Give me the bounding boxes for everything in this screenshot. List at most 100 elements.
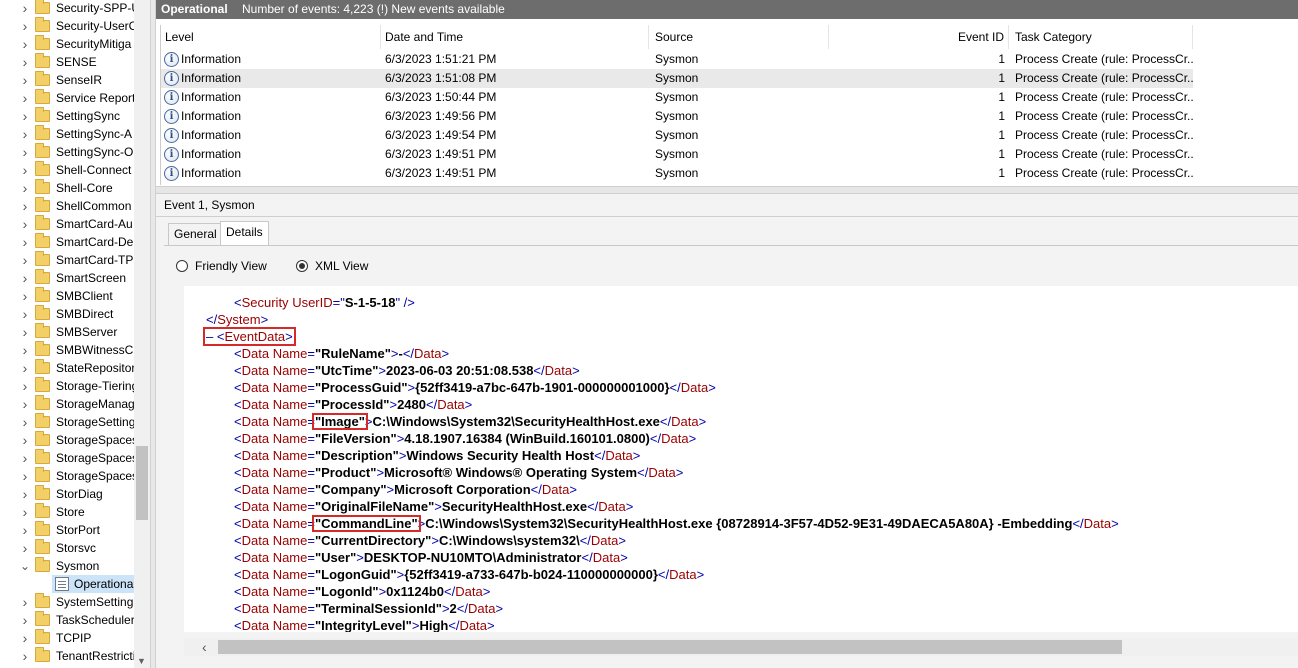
chevron-right-icon[interactable]: › [20,181,30,195]
column-header-event-id[interactable]: Event ID [829,25,1009,49]
tree-item[interactable]: › SmartCard-TPI [0,251,134,269]
chevron-right-icon[interactable]: › [20,271,30,285]
tree-item[interactable]: › StorageSetting [0,413,134,431]
chevron-right-icon[interactable]: › [20,289,30,303]
table-row[interactable]: i Information 6/3/2023 1:49:51 PM Sysmon 1 Pr… [161,164,1193,183]
tree-item[interactable]: › TenantRestricti [0,647,134,665]
tree-item[interactable]: › StorDiag [0,485,134,503]
chevron-right-icon[interactable]: › [20,253,30,267]
chevron-right-icon[interactable]: › [20,415,30,429]
chevron-right-icon[interactable]: › [20,451,30,465]
tab-general[interactable]: General [168,223,223,245]
table-row[interactable]: i Information 6/3/2023 1:49:51 PM Sysmon 1 Pr… [161,145,1193,164]
chevron-right-icon[interactable]: › [20,379,30,393]
chevron-right-icon[interactable]: › [20,217,30,231]
chevron-right-icon[interactable]: › [20,127,30,141]
tree-item-label: SmartCard-Au [56,217,133,231]
table-row[interactable]: i Information 6/3/2023 1:50:44 PM Sysmon 1 Pr… [161,88,1193,107]
tree-item[interactable]: › SMBServer [0,323,134,341]
scroll-down-icon[interactable]: ▼ [137,656,146,666]
tree-item[interactable]: › SenseIR [0,71,134,89]
table-row[interactable]: i Information 6/3/2023 1:51:08 PM Sysmon 1 Pr… [161,69,1193,88]
chevron-right-icon[interactable]: › [20,37,30,51]
chevron-right-icon[interactable]: › [20,343,30,357]
horizontal-scrollbar-thumb[interactable] [218,640,1122,654]
column-header-source[interactable]: Source [655,25,829,49]
chevron-right-icon[interactable]: › [20,307,30,321]
tab-details[interactable]: Details [220,221,269,246]
radio-circle[interactable] [176,260,188,272]
chevron-right-icon[interactable]: › [20,505,30,519]
chevron-right-icon[interactable]: › [20,109,30,123]
tree-item[interactable]: › Service Report [0,89,134,107]
pane-divider[interactable] [156,186,1298,194]
tree-item[interactable]: › SENSE [0,53,134,71]
chevron-right-icon[interactable]: › [20,325,30,339]
chevron-right-icon[interactable]: › [20,1,30,15]
tree-item[interactable]: › SMBClient [0,287,134,305]
chevron-right-icon[interactable]: › [20,91,30,105]
scroll-left-icon[interactable]: ‹ [202,639,207,655]
tree-item[interactable]: › Security-UserC [0,17,134,35]
tree-item[interactable]: › StorPort [0,521,134,539]
tree-scrollbar[interactable]: ▼ [134,0,150,668]
chevron-right-icon[interactable]: › [20,199,30,213]
tree-item[interactable]: › Shell-Connect [0,161,134,179]
chevron-right-icon[interactable]: › [20,595,30,609]
chevron-right-icon[interactable]: › [20,235,30,249]
chevron-right-icon[interactable]: › [20,361,30,375]
tree-item[interactable]: › SettingSync [0,107,134,125]
chevron-right-icon[interactable]: › [20,541,30,555]
chevron-right-icon[interactable]: › [20,649,30,663]
column-header-task-category[interactable]: Task Category [1015,25,1193,49]
tree-item-operational[interactable]: Operational [52,575,134,593]
tree-item[interactable]: › SecurityMitiga [0,35,134,53]
tree-item[interactable]: › Storage-Tiering [0,377,134,395]
tree-item[interactable]: › TaskScheduler [0,611,134,629]
tree-item[interactable]: › SettingSync-O [0,143,134,161]
table-row[interactable]: i Information 6/3/2023 1:51:21 PM Sysmon 1 Pr… [161,50,1193,69]
tree-item[interactable]: › SMBDirect [0,305,134,323]
chevron-right-icon[interactable]: › [20,613,30,627]
chevron-right-icon[interactable]: › [20,469,30,483]
column-header-level[interactable]: Level [165,25,381,49]
chevron-right-icon[interactable]: › [20,73,30,87]
tree-item[interactable]: › StateRepositor [0,359,134,377]
tree-item[interactable]: › Storsvc [0,539,134,557]
chevron-right-icon[interactable]: › [20,19,30,33]
tree-item[interactable]: › SmartCard-De [0,233,134,251]
radio-circle-selected[interactable] [296,260,308,272]
chevron-right-icon[interactable]: › [20,163,30,177]
tree-item[interactable]: › StorageSpaces [0,449,134,467]
tree-item[interactable]: › SystemSetting [0,593,134,611]
tree-item[interactable]: › SmartCard-Au [0,215,134,233]
chevron-down-icon[interactable]: ⌄ [20,560,30,572]
tree-item[interactable]: › SettingSync-A [0,125,134,143]
table-row[interactable]: i Information 6/3/2023 1:49:54 PM Sysmon 1 Pr… [161,126,1193,145]
tree-item[interactable]: › SmartScreen [0,269,134,287]
chevron-right-icon[interactable]: › [20,145,30,159]
tree-item[interactable]: › Store [0,503,134,521]
tree-item[interactable]: › StorageSpaces [0,431,134,449]
chevron-right-icon[interactable]: › [20,397,30,411]
column-header-date[interactable]: Date and Time [385,25,649,49]
table-row[interactable]: i Information 6/3/2023 1:49:56 PM Sysmon 1 Pr… [161,107,1193,126]
tree-item[interactable]: › StorageManag [0,395,134,413]
xml-view[interactable]: <Security UserID="S-1-5-18" /> </System> –… [184,286,1298,632]
tree-item[interactable]: › SMBWitnessCl [0,341,134,359]
xml-syntax: < [234,414,242,429]
chevron-right-icon[interactable]: › [20,55,30,69]
tree-item[interactable]: › ShellCommon [0,197,134,215]
chevron-right-icon[interactable]: › [20,631,30,645]
chevron-right-icon[interactable]: › [20,433,30,447]
tree-item[interactable]: › StorageSpaces [0,467,134,485]
xml-attr-value: "LogonId" [315,584,379,599]
tree-item[interactable]: ⌄ Sysmon [0,557,134,575]
tree-item[interactable]: › TCPIP [0,629,134,647]
chevron-right-icon[interactable]: › [20,487,30,501]
tree-item[interactable]: › Security-SPP-U [0,0,134,17]
tree-item[interactable]: › Shell-Core [0,179,134,197]
chevron-right-icon[interactable]: › [20,523,30,537]
horizontal-scrollbar[interactable]: ‹ [184,638,1298,656]
tree-scrollbar-thumb[interactable] [136,446,148,520]
